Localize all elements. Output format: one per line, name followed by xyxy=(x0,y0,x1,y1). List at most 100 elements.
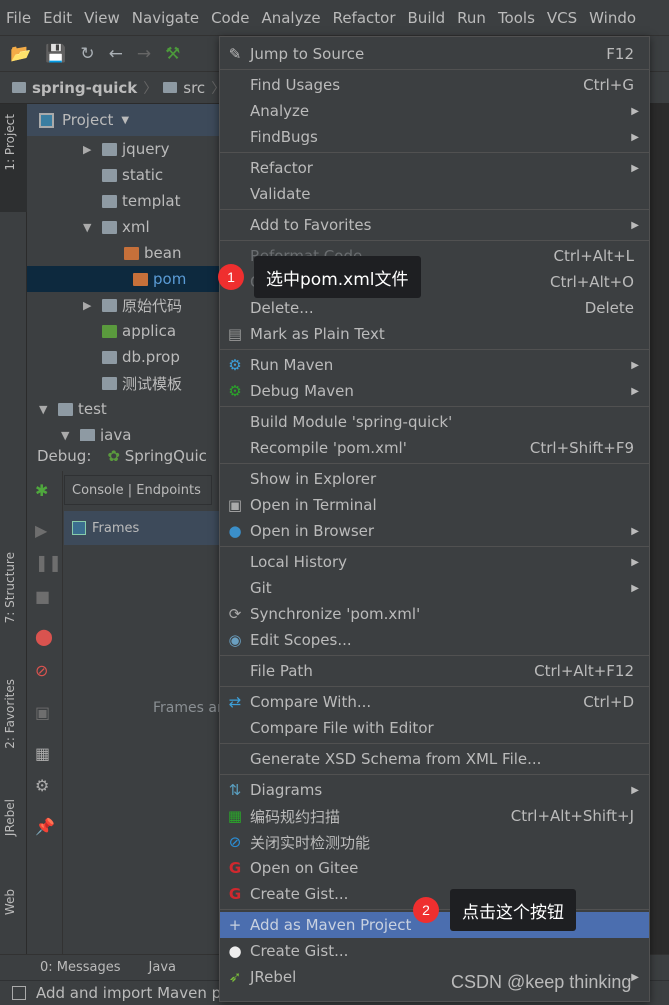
menu-item-build-module-spring-quick[interactable]: Build Module 'spring-quick' xyxy=(220,409,649,435)
tree-item[interactable]: ▼ test xyxy=(27,396,107,422)
menu-item-diagrams[interactable]: ⇅ Diagrams ▶ xyxy=(220,777,649,803)
menu-refactor[interactable]: Refactor xyxy=(333,9,396,27)
menu-file[interactable]: File xyxy=(6,9,31,27)
menu-edit[interactable]: Edit xyxy=(43,9,72,27)
menu-item-open-on-gitee[interactable]: G Open on Gitee xyxy=(220,855,649,881)
tab-messages[interactable]: 0: Messages xyxy=(40,960,121,975)
menu-item-compare-file-with-editor[interactable]: Compare File with Editor xyxy=(220,715,649,741)
sync-icon[interactable]: ↻ xyxy=(80,44,94,64)
menu-item-open-in-browser[interactable]: ● Open in Browser ▶ xyxy=(220,518,649,544)
menu-item-item-39[interactable]: ▦ 编码规约扫描 Ctrl+Alt+Shift+J xyxy=(220,803,649,829)
camera-icon[interactable]: ▣ xyxy=(35,703,50,722)
menu-item-synchronize-pom-xml[interactable]: ⟳ Synchronize 'pom.xml' xyxy=(220,601,649,627)
tab-project[interactable]: 1: Project xyxy=(3,114,17,171)
layout-icon[interactable]: ▦ xyxy=(35,744,50,763)
pin-icon[interactable]: 📌 xyxy=(35,817,55,836)
menu-navigate[interactable]: Navigate xyxy=(132,9,199,27)
menu-build[interactable]: Build xyxy=(408,9,446,27)
menu-item-findbugs[interactable]: FindBugs ▶ xyxy=(220,124,649,150)
expanded-arrow-icon[interactable]: ▼ xyxy=(83,221,97,234)
pause-icon[interactable]: ❚❚ xyxy=(35,553,62,572)
menu-item-label: Open in Browser xyxy=(250,522,375,540)
save-icon[interactable]: 💾 xyxy=(45,44,66,64)
menu-item-mark-as-plain-text[interactable]: ▤ Mark as Plain Text xyxy=(220,321,649,347)
expanded-arrow-icon[interactable]: ▼ xyxy=(61,429,75,442)
expanded-arrow-icon[interactable]: ▼ xyxy=(39,403,53,416)
callout-badge: 2 xyxy=(413,897,439,923)
tree-item[interactable]: applica xyxy=(27,318,176,344)
debug-toolbar: ✱ ▶ ❚❚ ■ ⬤ ⊘ ▣ ▦ ⚙ 📌 xyxy=(27,471,63,954)
tree-item[interactable]: ▶ jquery xyxy=(27,136,169,162)
menu-item-label: 关闭实时检测功能 xyxy=(250,833,371,852)
back-icon[interactable]: ← xyxy=(109,44,123,64)
chevron-down-icon[interactable]: ▼ xyxy=(121,115,129,126)
breadcrumb-src[interactable]: src xyxy=(183,79,205,97)
menu-item-add-to-favorites[interactable]: Add to Favorites ▶ xyxy=(220,212,649,238)
console-endpoints-tab[interactable]: Console | Endpoints xyxy=(64,475,212,505)
callout-1: 1 选中pom.xml文件 xyxy=(218,256,421,298)
tab-web[interactable]: Web xyxy=(3,889,17,915)
forward-icon[interactable]: → xyxy=(137,44,151,64)
menu-item-open-in-terminal[interactable]: ▣ Open in Terminal xyxy=(220,492,649,518)
menu-item-compare-with[interactable]: ⇄ Compare With... Ctrl+D xyxy=(220,689,649,715)
menu-item-file-path[interactable]: File Path Ctrl+Alt+F12 xyxy=(220,658,649,684)
resume-icon[interactable]: ▶ xyxy=(35,521,47,540)
menu-vcs[interactable]: VCS xyxy=(547,9,577,27)
tab-java[interactable]: Java xyxy=(149,960,176,975)
tree-item[interactable]: ▼ java xyxy=(27,422,131,441)
menu-item-analyze[interactable]: Analyze ▶ xyxy=(220,98,649,124)
menu-run[interactable]: Run xyxy=(457,9,486,27)
menu-item-find-usages[interactable]: Find Usages Ctrl+G xyxy=(220,72,649,98)
menu-separator xyxy=(220,542,649,547)
tree-item[interactable]: ▼ xml xyxy=(27,214,150,240)
tab-jrebel[interactable]: JRebel xyxy=(3,799,17,836)
project-panel-header[interactable]: Project ▼ xyxy=(27,104,227,136)
menu-item-refactor[interactable]: Refactor ▶ xyxy=(220,155,649,181)
collapsed-arrow-icon[interactable]: ▶ xyxy=(83,299,97,312)
collapsed-arrow-icon[interactable]: ▶ xyxy=(83,143,97,156)
build-hammer-icon[interactable]: ⚒ xyxy=(165,44,180,64)
bug-icon[interactable]: ✱ xyxy=(35,481,48,500)
tree-item[interactable]: ▶ 原始代码 xyxy=(27,292,182,318)
tree-item[interactable]: 测试模板 xyxy=(27,370,182,396)
tree-item[interactable]: static xyxy=(27,162,163,188)
menu-view[interactable]: View xyxy=(84,9,120,27)
stop-icon[interactable]: ■ xyxy=(35,587,50,606)
menu-item-delete[interactable]: Delete... Delete xyxy=(220,295,649,321)
menu-windo[interactable]: Windo xyxy=(589,9,636,27)
submenu-arrow-icon: ▶ xyxy=(631,582,639,594)
menu-item-validate[interactable]: Validate xyxy=(220,181,649,207)
tree-item[interactable]: templat xyxy=(27,188,180,214)
debug-config-tab[interactable]: ✿ SpringQuic xyxy=(107,447,207,465)
menu-item-show-in-explorer[interactable]: Show in Explorer xyxy=(220,466,649,492)
tree-item[interactable]: db.prop xyxy=(27,344,180,370)
menu-item-run-maven[interactable]: ⚙ Run Maven ▶ xyxy=(220,352,649,378)
menu-item-shortcut: Ctrl+Alt+Shift+J xyxy=(510,807,634,825)
menu-item-git[interactable]: Git ▶ xyxy=(220,575,649,601)
frames-tab[interactable]: Frames xyxy=(64,511,227,545)
menu-item-jump-to-source[interactable]: ✎ Jump to Source F12 xyxy=(220,41,649,67)
settings-icon[interactable]: ⚙ xyxy=(35,776,49,795)
menu-item-generate-xsd-schema-from-xml-file[interactable]: Generate XSD Schema from XML File... xyxy=(220,746,649,772)
menu-item-local-history[interactable]: Local History ▶ xyxy=(220,549,649,575)
menu-item-create-gist[interactable]: ● Create Gist... xyxy=(220,938,649,964)
menu-tools[interactable]: Tools xyxy=(498,9,535,27)
menu-item-edit-scopes[interactable]: ◉ Edit Scopes... xyxy=(220,627,649,653)
menu-code[interactable]: Code xyxy=(211,9,249,27)
menu-separator xyxy=(220,770,649,775)
menu-item-item-40[interactable]: ⊘ 关闭实时检测功能 xyxy=(220,829,649,855)
menu-analyze[interactable]: Analyze xyxy=(261,9,320,27)
view-breakpoints-icon[interactable]: ⬤ xyxy=(35,627,53,646)
tree-item[interactable]: bean xyxy=(27,240,181,266)
tree-item[interactable]: pom xyxy=(27,266,227,292)
tab-structure[interactable]: 7: Structure xyxy=(3,552,17,623)
file-icon xyxy=(102,376,117,390)
tab-favorites[interactable]: 2: Favorites xyxy=(3,679,17,749)
open-folder-icon[interactable]: 📂 xyxy=(10,44,31,64)
menu-item-recompile-pom-xml[interactable]: Recompile 'pom.xml' Ctrl+Shift+F9 xyxy=(220,435,649,461)
breadcrumb-project[interactable]: spring-quick xyxy=(32,79,137,97)
menu-item-debug-maven[interactable]: ⚙ Debug Maven ▶ xyxy=(220,378,649,404)
context-menu: ✎ Jump to Source F12 Find Usages Ctrl+G Analy… xyxy=(219,36,650,1002)
globe-icon: ● xyxy=(228,522,242,540)
mute-breakpoints-icon[interactable]: ⊘ xyxy=(35,661,48,680)
